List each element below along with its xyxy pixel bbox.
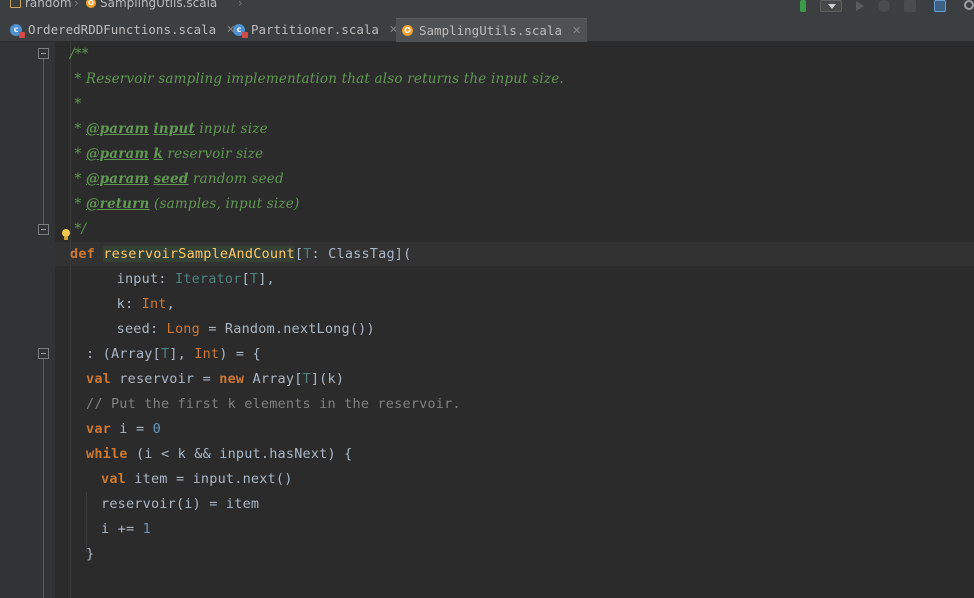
code-editor[interactable]: /** * Reservoir sampling implementation …: [0, 42, 974, 598]
tab-sampling-utils[interactable]: O SamplingUtils.scala ✕: [396, 18, 588, 42]
code-line: * @param k reservoir size: [70, 146, 264, 162]
fold-guide: [43, 59, 44, 224]
code-line: * @param input input size: [70, 121, 268, 137]
code-line: : (Array[T], Int) = {: [86, 346, 261, 362]
code-line: reservoir(i) = item: [101, 496, 260, 512]
debug-icon[interactable]: [878, 0, 890, 12]
code-line: *: [70, 96, 82, 112]
code-line: * @return (samples, input size): [70, 196, 300, 212]
tab-label: Partitioner.scala: [251, 22, 379, 37]
editor-gutter: [0, 42, 55, 598]
scala-class-icon: c: [10, 23, 25, 38]
search-icon[interactable]: [964, 0, 974, 10]
breadcrumb-label: random: [25, 0, 72, 10]
fold-collapse-icon[interactable]: [38, 348, 49, 359]
code-line: * @param seed random seed: [70, 171, 284, 187]
code-line: // Put the first k elements in the reser…: [86, 396, 461, 412]
run-icon[interactable]: [856, 1, 864, 11]
breadcrumb-item-samplingutils[interactable]: O SamplingUtils.scala: [86, 0, 217, 10]
navigation-bar: random › O SamplingUtils.scala ›: [0, 0, 974, 13]
code-line: def reservoirSampleAndCount[T: ClassTag]…: [70, 246, 412, 262]
code-line: /**: [70, 46, 89, 62]
run-config-dropdown[interactable]: [820, 0, 842, 12]
code-line: var i = 0: [86, 421, 161, 437]
breadcrumb-item-random[interactable]: random: [10, 0, 72, 10]
scala-class-icon: c: [233, 23, 248, 38]
chevron-right-icon: ›: [238, 0, 243, 10]
code-line: i += 1: [101, 521, 151, 537]
tab-label: OrderedRDDFunctions.scala: [28, 22, 217, 37]
tab-ordered-rdd-functions[interactable]: c OrderedRDDFunctions.scala ✕: [4, 18, 241, 41]
fold-guide: [43, 359, 44, 598]
code-line: val item = input.next(): [101, 471, 293, 487]
scala-object-icon: O: [402, 25, 413, 36]
close-icon[interactable]: ✕: [572, 24, 581, 37]
code-line: * Reservoir sampling implementation that…: [70, 71, 564, 87]
coverage-icon[interactable]: [800, 0, 806, 12]
folder-icon: [10, 0, 21, 8]
structure-icon[interactable]: [934, 0, 946, 12]
code-line: }: [86, 546, 95, 562]
profile-icon[interactable]: [904, 0, 916, 12]
fold-collapse-icon[interactable]: [38, 48, 49, 59]
fold-end-icon[interactable]: [38, 224, 49, 235]
tab-label: SamplingUtils.scala: [419, 23, 562, 38]
chevron-right-icon: ›: [74, 0, 79, 10]
code-line: input: Iterator[T],: [100, 271, 275, 287]
code-line: k: Int,: [100, 296, 175, 312]
scala-object-icon: O: [86, 0, 96, 8]
editor-tab-bar: c OrderedRDDFunctions.scala ✕ c Partitio…: [0, 13, 974, 42]
code-line: val reservoir = new Array[T](k): [86, 371, 345, 387]
breadcrumb-label: SamplingUtils.scala: [100, 0, 218, 10]
code-line: */: [70, 221, 87, 237]
code-line: while (i < k && input.hasNext) {: [86, 446, 353, 462]
tab-partitioner[interactable]: c Partitioner.scala ✕: [227, 18, 404, 41]
code-line: seed: Long = Random.nextLong()): [100, 321, 375, 337]
